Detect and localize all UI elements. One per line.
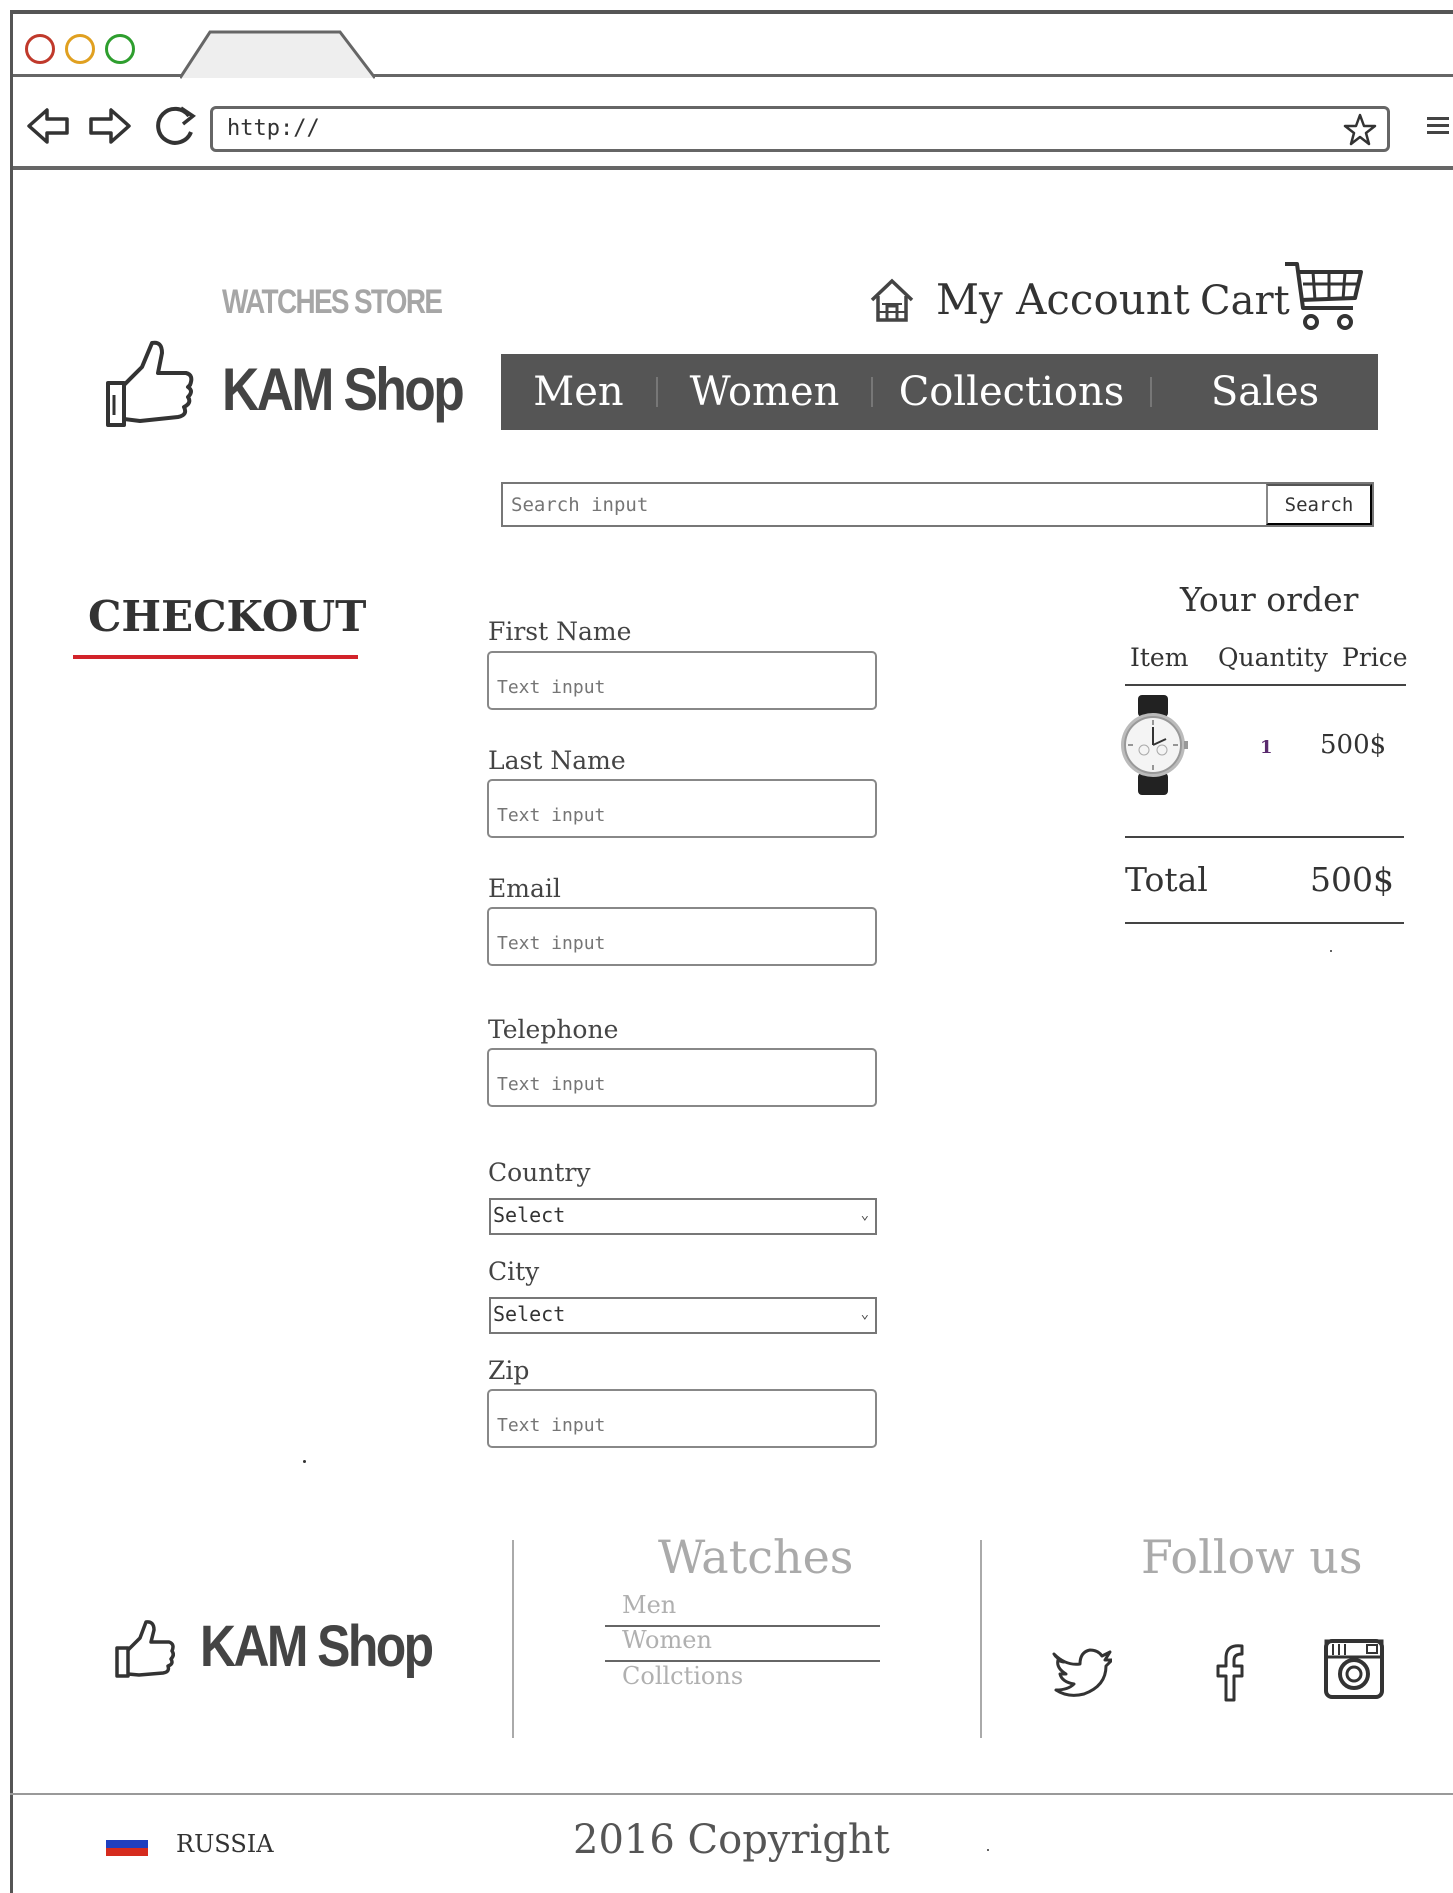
footer-bottom-rule (10, 1793, 1453, 1795)
shopping-cart-icon[interactable] (1283, 260, 1363, 332)
browser-titlebar (13, 14, 1453, 80)
minimize-window-button[interactable] (65, 34, 95, 64)
main-navigation: Men Women Collections Sales (501, 354, 1378, 430)
reload-icon[interactable] (151, 102, 199, 150)
country-selector[interactable]: RUSSIA (176, 1830, 274, 1858)
order-summary-title: Your order (1180, 580, 1359, 619)
first-name-field[interactable] (487, 651, 877, 710)
nav-item-women[interactable]: Women (658, 369, 871, 415)
order-column-item: Item (1130, 643, 1189, 672)
order-total-rule (1125, 922, 1404, 924)
footer-link-men[interactable]: Men (622, 1591, 676, 1619)
browser-toolbar: http:// (13, 80, 1453, 170)
search-button[interactable]: Search (1266, 484, 1372, 525)
home-icon (870, 278, 914, 322)
my-account-link[interactable]: My Account (868, 275, 1190, 324)
footer-follow-heading: Follow us (1141, 1530, 1363, 1584)
footer-logo-text[interactable]: KAM Shop (200, 1613, 434, 1680)
hamburger-menu-icon[interactable] (1423, 110, 1453, 140)
zip-field[interactable] (487, 1389, 877, 1448)
country-label: Country (488, 1158, 591, 1187)
russia-flag-icon (106, 1832, 148, 1856)
telephone-field[interactable] (487, 1048, 877, 1107)
chevron-down-icon: ⌄ (860, 1306, 869, 1322)
order-column-quantity: Quantity (1218, 643, 1328, 672)
search-bar: Search (501, 482, 1374, 527)
wristwatch-image[interactable] (1118, 695, 1188, 795)
email-label: Email (488, 874, 561, 903)
address-text: http:// (227, 116, 320, 141)
city-select-value: Select (493, 1302, 566, 1326)
search-input[interactable] (503, 484, 1266, 525)
city-select[interactable]: Select ⌄ (489, 1297, 877, 1334)
instagram-icon[interactable] (1323, 1638, 1385, 1700)
order-items-rule (1125, 836, 1404, 838)
stray-dot (987, 1849, 989, 1851)
zip-label: Zip (488, 1356, 530, 1385)
maximize-window-button[interactable] (105, 34, 135, 64)
city-label: City (488, 1257, 540, 1286)
logo-text[interactable]: KAM Shop (222, 355, 465, 424)
checkout-heading: CHECKOUT (88, 592, 367, 641)
order-total-value: 500$ (1310, 860, 1394, 899)
facebook-icon[interactable] (1200, 1640, 1262, 1702)
stray-dot (1330, 950, 1332, 952)
footer-watches-heading: Watches (658, 1530, 854, 1584)
last-name-field[interactable] (487, 779, 877, 838)
my-account-label: My Account (936, 275, 1190, 324)
country-select-value: Select (493, 1203, 566, 1227)
nav-item-men[interactable]: Men (501, 369, 656, 415)
footer-divider (980, 1540, 982, 1738)
order-item-quantity: 1 (1260, 737, 1273, 758)
stray-dot (303, 1460, 306, 1463)
nav-item-sales[interactable]: Sales (1152, 369, 1378, 415)
order-header-rule (1125, 684, 1406, 686)
order-total-label: Total (1125, 860, 1208, 899)
back-arrow-icon[interactable] (25, 102, 73, 150)
telephone-label: Telephone (488, 1015, 619, 1044)
footer-thumbs-up-icon (115, 1620, 175, 1678)
twitter-icon[interactable] (1050, 1640, 1112, 1702)
cart-label[interactable]: Cart (1200, 278, 1290, 324)
forward-arrow-icon[interactable] (85, 102, 133, 150)
order-item-price: 500$ (1320, 730, 1387, 760)
copyright-text: 2016 Copyright (573, 1817, 890, 1863)
chevron-down-icon: ⌄ (860, 1207, 869, 1223)
email-field[interactable] (487, 907, 877, 966)
thumbs-up-logo-icon[interactable] (100, 335, 195, 430)
bookmark-star-icon[interactable] (1343, 113, 1377, 147)
nav-item-collections[interactable]: Collections (873, 369, 1150, 415)
close-window-button[interactable] (25, 34, 55, 64)
footer-divider (512, 1540, 514, 1738)
footer-link-collections[interactable]: Collctions (622, 1662, 743, 1690)
address-bar[interactable]: http:// (210, 106, 1390, 152)
first-name-label: First Name (488, 617, 632, 646)
footer-link-women[interactable]: Women (622, 1626, 712, 1654)
country-select[interactable]: Select ⌄ (489, 1198, 877, 1235)
store-tagline: WATCHES STORE (222, 283, 443, 321)
checkout-underline (73, 655, 358, 659)
order-column-price: Price (1342, 643, 1408, 672)
last-name-label: Last Name (488, 746, 626, 775)
browser-tab[interactable] (180, 30, 375, 80)
